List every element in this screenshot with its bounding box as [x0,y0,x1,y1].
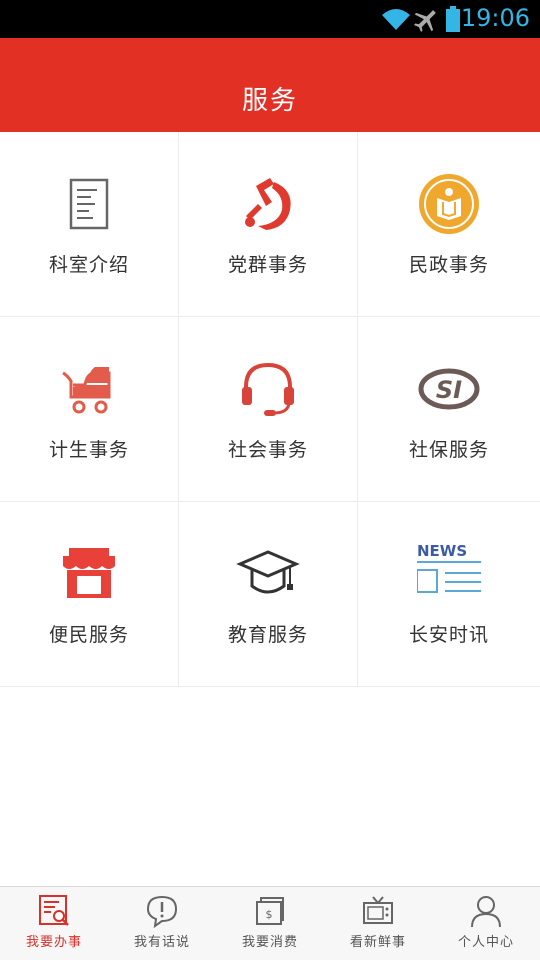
page-title: 服务 [241,86,298,116]
service-grid: 科室介绍 党群事务 民政事务 计生事务 社会事务 SI 社保服务 便民服务 教育… [0,132,540,688]
service-label: 社会事务 [227,439,308,461]
service-item-civil-affairs[interactable]: 民政事务 [358,132,540,317]
tab-label: 看新鲜事 [349,935,406,950]
service-label: 便民服务 [48,624,129,646]
service-item-social-security[interactable]: SI 社保服务 [358,317,540,502]
tab-consume[interactable]: $ 我要消费 [216,887,324,960]
service-label: 计生事务 [48,439,129,461]
tab-profile[interactable]: 个人中心 [432,887,540,960]
service-label: 科室介绍 [48,254,129,276]
service-item-family-planning[interactable]: 计生事务 [0,317,179,502]
search-document-icon [39,895,69,926]
service-item-news[interactable]: NEWS 长安时讯 [358,502,540,687]
headset-icon [242,362,294,416]
tab-label: 我有话说 [133,935,190,950]
wifi-icon [382,9,410,30]
tv-icon [363,896,393,924]
speech-bubble-icon [146,895,178,928]
news-icon: NEWS [417,542,481,593]
tab-label: 我要办事 [25,935,82,950]
tab-feedback[interactable]: 我有话说 [108,887,216,960]
service-label: 社保服务 [408,439,489,461]
service-item-party-affairs[interactable]: 党群事务 [179,132,358,317]
tab-label: 我要消费 [241,935,298,950]
civil-affairs-emblem-icon [419,174,479,234]
graduation-cap-icon [236,550,300,594]
battery-icon [446,6,460,32]
service-label: 民政事务 [408,254,489,276]
app-header: 服务 [0,38,540,132]
service-item-department-intro[interactable]: 科室介绍 [0,132,179,317]
service-label: 教育服务 [227,624,308,646]
person-icon [471,896,501,928]
news-icon-text: NEWS [417,542,467,560]
tab-label: 个人中心 [457,935,514,950]
social-security-logo-icon: SI [418,368,480,410]
bottom-tab-bar: 我要办事 我有话说 $ 我要消费 看新鲜事 个人中心 [0,886,540,960]
baby-stroller-icon [62,367,111,414]
service-item-convenience[interactable]: 便民服务 [0,502,179,687]
wallet-icon: $ [256,897,284,925]
party-emblem-icon [245,178,291,230]
service-label: 长安时讯 [408,624,489,646]
storefront-icon [63,548,115,598]
service-item-education[interactable]: 教育服务 [179,502,358,687]
service-item-social-affairs[interactable]: 社会事务 [179,317,358,502]
airplane-mode-icon [413,10,436,33]
svg-text:$: $ [266,908,273,921]
document-icon [69,178,109,230]
status-bar: 19:06 [0,0,540,38]
si-logo-text: SI [436,376,462,404]
status-time: 19:06 [460,4,530,32]
tab-services[interactable]: 我要办事 [0,887,108,960]
service-label: 党群事务 [227,254,308,276]
tab-news[interactable]: 看新鲜事 [324,887,432,960]
